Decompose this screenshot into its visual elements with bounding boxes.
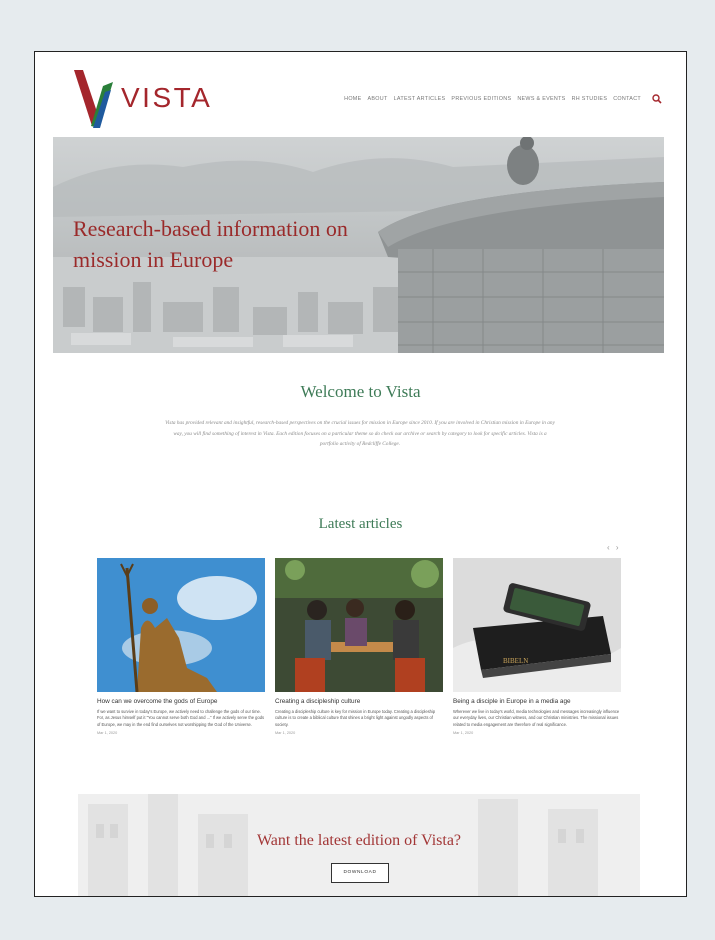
nav-contact[interactable]: CONTACT	[613, 96, 641, 102]
article-card[interactable]: How can we overcome the gods of Europe I…	[97, 558, 265, 735]
svg-text:BIBELN: BIBELN	[503, 657, 528, 665]
article-excerpt: Wherever we live in today's world, media…	[453, 709, 620, 727]
main-nav: HOME ABOUT LATEST ARTICLES PREVIOUS EDIT…	[344, 94, 662, 104]
site-header: VISTA HOME ABOUT LATEST ARTICLES PREVIOU…	[35, 52, 686, 137]
hero-title-line-2: mission in Europe	[73, 247, 234, 272]
search-icon[interactable]	[652, 94, 662, 104]
hero-banner: Research-based information on mission in…	[53, 137, 664, 353]
article-date: Mar 1, 2020	[97, 730, 118, 735]
welcome-text: Vista has provided relevant and insightf…	[165, 420, 555, 447]
nav-about[interactable]: ABOUT	[368, 96, 388, 102]
vista-v-logo-icon	[74, 70, 113, 128]
article-title[interactable]: Creating a discipleship culture	[275, 698, 443, 705]
article-excerpt: If we want to survive in today's Europe,…	[97, 709, 265, 727]
nav-home[interactable]: HOME	[344, 96, 361, 102]
nav-previous-editions[interactable]: PREVIOUS EDITIONS	[451, 96, 511, 102]
article-card[interactable]: BIBELN Being a disciple in Europe in a m…	[453, 558, 621, 735]
article-card[interactable]: Creating a discipleship culture Creating…	[275, 558, 443, 735]
article-excerpt: Creating a discipleship culture is key f…	[275, 709, 436, 727]
article-image-statue[interactable]	[97, 558, 265, 692]
cta-heading: Want the latest edition of Vista?	[256, 832, 462, 849]
article-image-bible-phone[interactable]: BIBELN	[453, 558, 621, 692]
brand-name: VISTA	[121, 82, 213, 113]
download-button[interactable]: DOWNLOAD	[331, 863, 389, 883]
article-image-cafe[interactable]	[275, 558, 443, 692]
site-logo[interactable]: VISTA	[73, 68, 233, 130]
article-date: Mar 1, 2020	[453, 730, 474, 735]
article-date: Mar 1, 2020	[275, 730, 296, 735]
articles-carousel: How can we overcome the gods of Europe I…	[97, 558, 621, 758]
hero-title-line-1: Research-based information on	[73, 216, 348, 241]
hero-title: Research-based information on mission in…	[73, 213, 403, 275]
carousel-arrows-icon[interactable]: ‹ ›	[607, 543, 621, 552]
nav-news-events[interactable]: NEWS & EVENTS	[517, 96, 565, 102]
nav-rh-studies[interactable]: RH STUDIES	[572, 96, 608, 102]
article-title[interactable]: Being a disciple in Europe in a media ag…	[453, 698, 621, 705]
browser-page-frame: VISTA HOME ABOUT LATEST ARTICLES PREVIOU…	[34, 51, 687, 897]
article-title[interactable]: How can we overcome the gods of Europe	[97, 698, 265, 705]
download-cta-banner: Want the latest edition of Vista? DOWNLO…	[78, 794, 640, 896]
latest-articles-heading: Latest articles	[318, 516, 403, 532]
welcome-heading: Welcome to Vista	[300, 382, 421, 401]
nav-latest-articles[interactable]: LATEST ARTICLES	[394, 96, 446, 102]
